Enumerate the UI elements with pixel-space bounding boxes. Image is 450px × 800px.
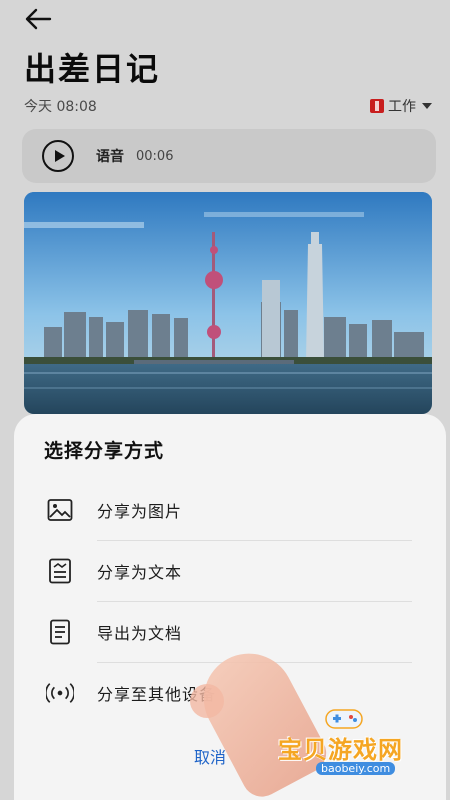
note-timestamp: 今天 08:08 bbox=[24, 99, 97, 115]
city-skyline-image bbox=[24, 192, 432, 414]
back-button[interactable] bbox=[20, 4, 56, 34]
watermark-url: baobeiy.com bbox=[316, 762, 396, 775]
watermark: 宝贝游戏网 baobeiy.com bbox=[270, 706, 420, 784]
caret-down-icon bbox=[422, 103, 432, 109]
voice-duration: 00:06 bbox=[136, 148, 174, 164]
cancel-label: 取消 bbox=[193, 748, 226, 767]
watermark-text: 宝贝游戏网 bbox=[278, 736, 403, 764]
share-sheet-title: 选择分享方式 bbox=[44, 440, 165, 462]
back-arrow-icon bbox=[25, 8, 52, 30]
gamepad-icon bbox=[325, 709, 363, 729]
document-icon bbox=[46, 618, 74, 646]
finger-tip-overlay bbox=[190, 684, 224, 718]
category-label: 工作 bbox=[388, 99, 416, 115]
share-as-image-label: 分享为图片 bbox=[97, 502, 183, 521]
category-selector[interactable]: 工作 bbox=[370, 96, 432, 116]
voice-recording-card[interactable]: 语音 00:06 bbox=[22, 129, 436, 183]
share-as-text-label: 分享为文本 bbox=[97, 563, 183, 582]
broadcast-icon bbox=[46, 679, 74, 707]
export-document-label: 导出为文档 bbox=[97, 624, 183, 643]
share-as-text-option[interactable]: 分享为文本 bbox=[14, 541, 446, 601]
category-tag-icon bbox=[370, 99, 384, 113]
export-document-option[interactable]: 导出为文档 bbox=[14, 602, 446, 662]
text-doc-icon bbox=[46, 557, 74, 585]
image-icon bbox=[46, 496, 74, 524]
note-photo[interactable] bbox=[24, 192, 432, 414]
note-title: 出差日记 bbox=[24, 50, 161, 88]
share-as-image-option[interactable]: 分享为图片 bbox=[14, 480, 446, 540]
voice-label: 语音 bbox=[96, 149, 124, 165]
play-icon[interactable] bbox=[42, 140, 74, 172]
